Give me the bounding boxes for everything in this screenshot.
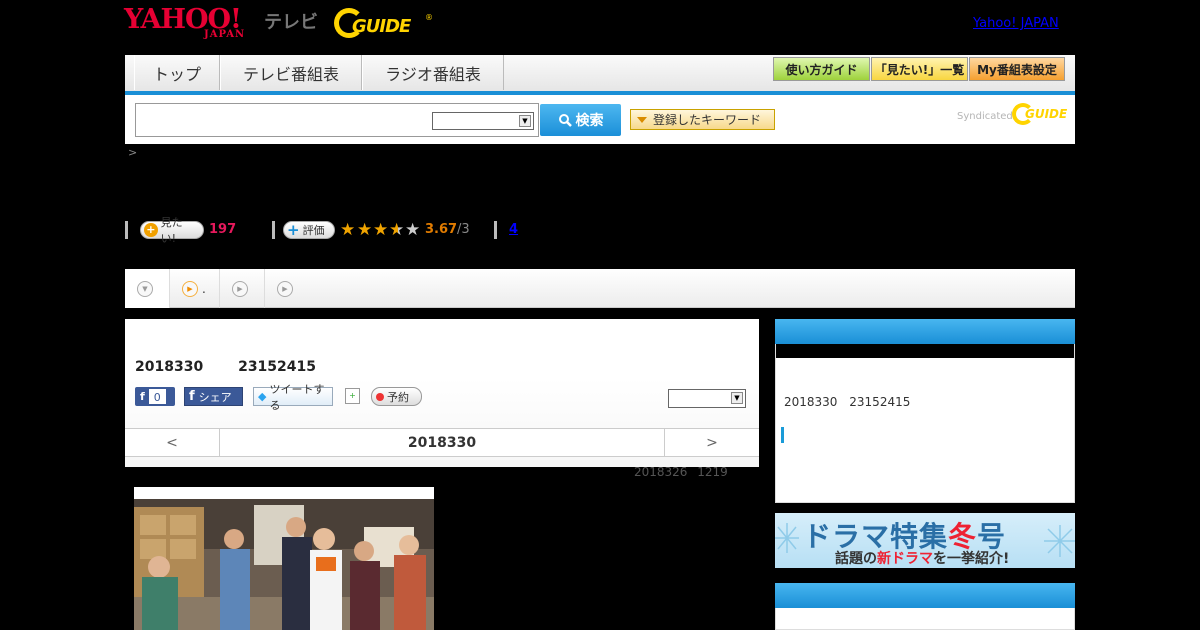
chevron-down-icon: ▼ bbox=[731, 392, 743, 404]
update-time: 1219 bbox=[697, 465, 728, 479]
next-date-button[interactable]: > bbox=[664, 429, 759, 456]
play-icon: ▶ bbox=[232, 280, 248, 297]
program-photo bbox=[134, 487, 434, 630]
chevron-down-icon: ▼ bbox=[519, 115, 531, 127]
mitai-label: 見たい! bbox=[160, 216, 183, 245]
evaluate-label: 評価 bbox=[302, 224, 325, 237]
registered-keywords-button[interactable]: 登録したキーワード bbox=[630, 109, 775, 130]
star-icon: ★ bbox=[373, 220, 389, 240]
rating-score: 3.67 bbox=[425, 222, 458, 237]
syndicated-guide-logo: GUIDE bbox=[1025, 107, 1068, 121]
banner-subtitle-b: 新ドラマ bbox=[877, 551, 933, 567]
empty-star-icon: ★ bbox=[405, 220, 421, 240]
sidebar-air-date: 2018330 bbox=[784, 395, 838, 409]
registered-mark: ® bbox=[425, 13, 433, 22]
nav-tab-radio-listings[interactable]: ラジオ番組表 bbox=[362, 55, 504, 90]
plus-icon: + bbox=[287, 221, 300, 239]
air-date: 2018330 bbox=[135, 359, 204, 375]
play-icon: ▶ bbox=[277, 280, 293, 297]
update-date: 2018326 bbox=[634, 465, 688, 479]
syndicated-label: Syndicated bbox=[957, 111, 1013, 122]
sidebar-panel-2 bbox=[775, 608, 1075, 630]
mitai-count: 197 bbox=[209, 222, 237, 237]
air-time: 23152415 bbox=[238, 359, 317, 375]
my-listings-settings-button[interactable]: My番組表設定 bbox=[969, 57, 1065, 81]
sidebar-marker bbox=[781, 427, 784, 443]
air-datetime: 2018330 23152415 bbox=[135, 359, 316, 375]
program-tab-strip: ▼ ▶ . ▶ ▶ bbox=[125, 269, 1075, 308]
sidebar-title-bar bbox=[775, 344, 1075, 358]
search-button-label: 検索 bbox=[575, 113, 604, 129]
channel-select[interactable]: ▼ bbox=[668, 389, 746, 408]
divider bbox=[125, 221, 128, 239]
facebook-like-button[interactable]: f 0 bbox=[135, 387, 175, 406]
banner-subtitle-c: を一挙紹介! bbox=[933, 551, 1010, 567]
calendar-add-icon[interactable]: + bbox=[345, 388, 360, 404]
current-date: 2018330 bbox=[407, 434, 477, 451]
rating-score-suffix: /3 bbox=[457, 222, 470, 237]
sidebar-header bbox=[775, 319, 1075, 344]
star-icon: ★ bbox=[357, 220, 373, 240]
facebook-icon: f bbox=[140, 390, 145, 403]
breadcrumb[interactable]: > bbox=[128, 146, 137, 159]
evaluate-button[interactable]: + 評価 bbox=[283, 221, 335, 239]
facebook-like-count: 0 bbox=[147, 388, 167, 405]
program-photo-image bbox=[134, 487, 434, 630]
global-nav: トップ テレビ番組表 ラジオ番組表 使い方ガイド 「見たい!」一覧 My番組表設… bbox=[125, 55, 1075, 95]
plus-icon: + bbox=[144, 223, 158, 237]
japan-logo-text: JAPAN bbox=[204, 29, 246, 40]
page: YAHOO! JAPAN テレビ GUIDE ® Yahoo! JAPAN トッ… bbox=[0, 0, 1200, 630]
triangle-down-icon bbox=[637, 116, 647, 123]
update-datetime: 2018326 1219 bbox=[634, 465, 728, 479]
chevron-down-icon: ▼ bbox=[137, 280, 153, 297]
tab-second-label: . bbox=[202, 281, 206, 296]
search-button[interactable]: 検索 bbox=[540, 104, 621, 136]
nav-tab-top[interactable]: トップ bbox=[134, 55, 220, 90]
reviews-link[interactable]: 4 bbox=[509, 222, 518, 237]
mitai-list-button[interactable]: 「見たい!」一覧 bbox=[871, 57, 968, 81]
tab-second[interactable]: ▶ . bbox=[170, 269, 220, 308]
tab-program-info[interactable]: ▼ bbox=[125, 269, 170, 308]
banner-subtitle-a: 話題の bbox=[835, 551, 877, 567]
sidebar-panel bbox=[775, 358, 1075, 503]
twitter-bird-icon: ◆ bbox=[258, 390, 267, 403]
facebook-share-button[interactable]: f シェア bbox=[184, 387, 243, 406]
sidebar-header-2 bbox=[775, 583, 1075, 608]
play-icon: ▶ bbox=[182, 280, 198, 297]
prev-date-button[interactable]: < bbox=[125, 429, 220, 456]
banner-subtitle: 話題の新ドラマを一挙紹介! bbox=[835, 548, 1009, 568]
facebook-icon: f bbox=[189, 389, 195, 404]
tab-fourth[interactable]: ▶ bbox=[265, 269, 310, 308]
search-icon bbox=[558, 114, 572, 127]
usage-guide-button[interactable]: 使い方ガイド bbox=[773, 57, 870, 81]
sidebar-air-time: 23152415 bbox=[849, 395, 911, 409]
tv-logo-text[interactable]: テレビ bbox=[264, 8, 318, 34]
mitai-button[interactable]: + 見たい! bbox=[140, 216, 204, 245]
drama-special-banner[interactable]: ドラマ特集冬号 話題の新ドラマを一挙紹介! bbox=[775, 513, 1075, 568]
yahoo-japan-link[interactable]: Yahoo! JAPAN bbox=[973, 16, 1059, 31]
facebook-share-label: シェア bbox=[198, 390, 232, 404]
registered-keywords-label: 登録したキーワード bbox=[653, 113, 762, 127]
record-dot-icon bbox=[376, 392, 384, 401]
tab-third[interactable]: ▶ bbox=[220, 269, 265, 308]
reserve-label: 予約 bbox=[387, 390, 409, 404]
divider bbox=[494, 221, 497, 239]
divider bbox=[272, 221, 275, 239]
star-icon: ★ bbox=[340, 220, 356, 240]
genre-select[interactable]: ▼ bbox=[432, 112, 534, 130]
tweet-button[interactable]: ◆ ツイートする bbox=[253, 383, 333, 412]
tweet-label: ツイートする bbox=[269, 382, 325, 412]
half-star-icon: ★ bbox=[389, 220, 405, 240]
reserve-recording-button[interactable]: 予約 bbox=[371, 387, 422, 406]
nav-tab-tv-listings[interactable]: テレビ番組表 bbox=[220, 55, 362, 90]
sidebar-air-info: 2018330 23152415 bbox=[784, 395, 910, 409]
gguide-logo-text[interactable]: GUIDE bbox=[352, 16, 411, 37]
date-navigation: < 2018330 > bbox=[125, 428, 759, 457]
